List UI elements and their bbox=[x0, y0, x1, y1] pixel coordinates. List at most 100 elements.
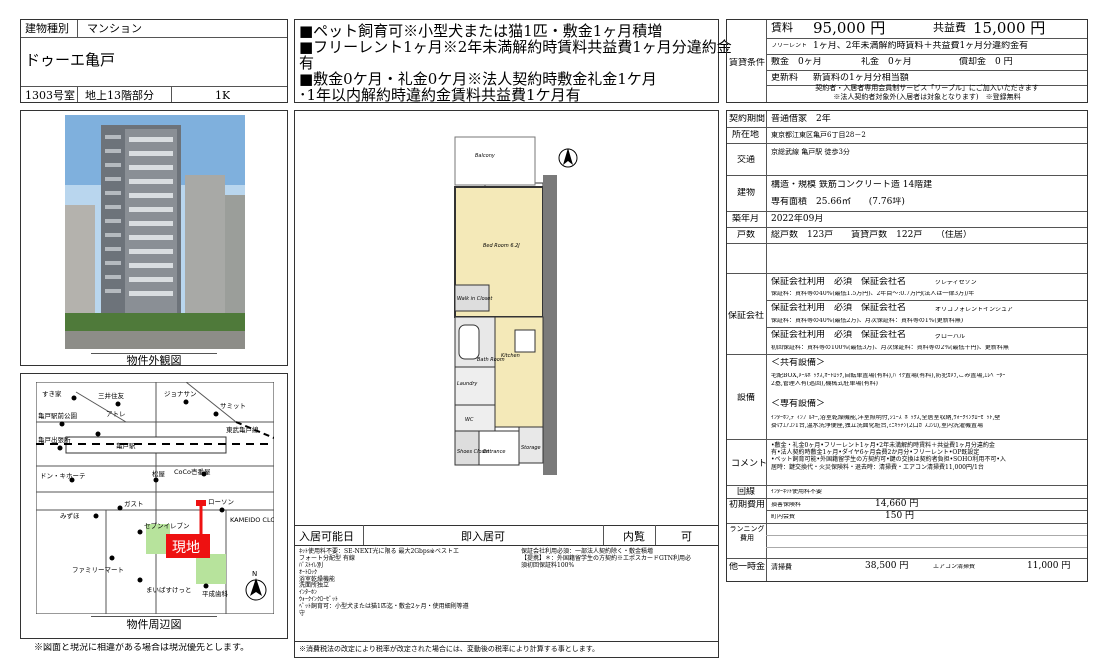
room-label: WC bbox=[465, 417, 474, 423]
north-arrow-icon bbox=[558, 148, 578, 168]
ins-label: 損害保険料 bbox=[771, 502, 802, 508]
view-label: 内覧 bbox=[623, 531, 645, 543]
private-equip-text: ｲﾝﾀｰﾎﾝ,ﾃﾞｨﾝﾌﾟﾙｷｰ,浴室乾燥機能,洋室照明付,ｼｭｰｽﾞﾎﾞｯｸｽ… bbox=[771, 415, 1001, 421]
map-label: すき家 bbox=[42, 389, 62, 398]
built-label: 築年月 bbox=[732, 214, 760, 224]
common-equip-text: 2基,管理人有(巡回),機械式駐車場(有料) bbox=[771, 381, 878, 387]
line-value: ｲﾝﾀｰﾈｯﾄ使用料不要 bbox=[771, 489, 823, 495]
address-value: 東京都江東区亀戸6丁目28－2 bbox=[771, 131, 866, 139]
renewal-label: 更新料 bbox=[771, 73, 799, 83]
room-label: Bed Room 6.2J bbox=[483, 243, 520, 249]
rent-label: 賃料 bbox=[771, 22, 793, 34]
building-photo bbox=[65, 115, 245, 349]
headline-line: ･1年以内解約時違約金賃料共益費1ケ月有 bbox=[299, 87, 581, 104]
room-label: Laundry bbox=[457, 381, 478, 387]
address-label: 所在地 bbox=[732, 130, 760, 140]
type-value: マンション bbox=[87, 23, 142, 35]
map-label: 三井住友 bbox=[98, 391, 125, 400]
floor-plan-box: Balcony Bed Room 6.2J Walk in Closet Kit… bbox=[294, 110, 719, 658]
onetime-label: 他一時金 bbox=[729, 562, 766, 572]
private-equip-text: 掛けｴｱｺﾝ1台,温水洗浄便座,独立洗面化粧台,ﾐﾆｷｯﾁﾝ(2口ｶﾞｽｺﾝﾛ)… bbox=[771, 423, 983, 429]
contract-value: 普通借家 2年 bbox=[771, 114, 831, 124]
map-caption: 物件周辺図 bbox=[126, 619, 182, 631]
map-label: ローソン bbox=[208, 498, 234, 506]
map-label: KAMEIDO CLOCK bbox=[230, 516, 274, 524]
g3-note: 初回保証料：賃料等の100%(最低3万)、月次保証料：賃料等の2%(最低千円)、… bbox=[771, 345, 1009, 351]
running-label: ランニング 費用 bbox=[729, 525, 765, 543]
g2-head: 保証会社利用 必須 保証会社名 bbox=[771, 303, 907, 313]
map-box: すき家 三井住友 ジョナサン サミット アトレ 亀戸駅前公園 東武亀戸線 亀戸出… bbox=[20, 373, 288, 639]
map-label: 松屋 bbox=[152, 469, 166, 478]
ac-label: エアコン清掃費 bbox=[933, 564, 976, 570]
map-label: アトレ bbox=[106, 410, 126, 418]
g1-name: クレディセゾン bbox=[935, 280, 977, 286]
right-notes: 保証会社利用必須：一部法人契約除く・敷金積増 【提携】＊：外国籍留学生の方契約※… bbox=[521, 548, 692, 569]
comment-label: コメント bbox=[731, 459, 768, 469]
g2-note: 保証料：賃料等の40%(最低2万)、月次保証料：賃料等の1%(更新料無) bbox=[771, 318, 964, 324]
map-label: ジョナサン bbox=[164, 390, 197, 398]
map-label: 平成歯科 bbox=[202, 589, 229, 598]
move-in-label: 入居可能日 bbox=[299, 531, 354, 543]
deposit: 敷金 0ヶ月 bbox=[771, 57, 822, 67]
photo-box: 物件外観図 bbox=[20, 110, 288, 367]
traffic-label: 交通 bbox=[737, 155, 756, 165]
units-value: 総戸数 123戸 賃貸戸数 122戸 （住居） bbox=[771, 230, 972, 240]
map-label: みずほ bbox=[60, 511, 80, 520]
view-value: 可 bbox=[681, 531, 692, 543]
ac-value: 11,000 円 bbox=[1027, 561, 1071, 571]
map-label: ガスト bbox=[124, 499, 144, 508]
here-label: 現地 bbox=[172, 540, 200, 556]
move-in-value: 即入居可 bbox=[461, 531, 505, 543]
common-equip-head: ＜共有設備＞ bbox=[771, 358, 826, 368]
tax-note: ※消費税法の改定により税率が改定された場合には、変動後の税率により計算する事とし… bbox=[299, 645, 600, 653]
layout: 1K bbox=[215, 90, 231, 102]
units-label: 戸数 bbox=[737, 230, 756, 240]
g3-head: 保証会社利用 必須 保証会社名 bbox=[771, 330, 907, 340]
map-label: ドン・キホーテ bbox=[40, 472, 86, 480]
map-label: 亀戸駅 bbox=[116, 441, 136, 450]
freerent-value: 1ヶ月、2年未満解約時賃料＋共益費1ヶ月分違約金有 bbox=[813, 41, 1029, 51]
area: 専有面積 25.66㎡ (7.76坪) bbox=[771, 197, 905, 207]
town-label: 町内会費 bbox=[771, 514, 796, 520]
floor: 地上13階部分 bbox=[85, 90, 154, 102]
common-value: 15,000 円 bbox=[973, 20, 1046, 37]
g1-head: 保証会社利用 必須 保証会社名 bbox=[771, 277, 907, 287]
map-label: CoCo壱番屋 bbox=[174, 467, 211, 476]
common-label: 共益費 bbox=[933, 22, 966, 34]
g2-name: オリコフォレントインシュア bbox=[935, 307, 1013, 313]
common-equip-text: 宅配BOX,ﾒｰﾙﾎﾞｯｸｽ,ｵｰﾄﾛｯｸ,自転車置場(有料),ﾊﾞｲｸ置場(有… bbox=[771, 373, 1006, 379]
map-label: 亀戸駅前公園 bbox=[38, 411, 77, 420]
headline-line: ■フリーレント1ヶ月※2年未満解約時賃料共益費1ヶ月分違約金 bbox=[299, 39, 732, 56]
rent-section-label: 賃貸条件 bbox=[729, 58, 766, 68]
photo-caption: 物件外観図 bbox=[126, 355, 182, 367]
building-label: 建物 bbox=[737, 188, 756, 198]
type-label: 建物種別 bbox=[25, 23, 69, 35]
room-label: Walk in Closet bbox=[457, 296, 493, 302]
map-label: サミット bbox=[220, 402, 246, 410]
amortize: 償却金 0 円 bbox=[959, 57, 1013, 67]
comment-text: •敷金・礼金0ヶ月•フリーレント1ヶ月•2年未満解約時賃料＋共益費1ヶ月分違約金… bbox=[771, 442, 1006, 471]
freerent-label: フリーレント bbox=[771, 43, 808, 49]
rent-note-2: ※法人契約者対象外(入居者は対象となります) ※登録無料 bbox=[833, 93, 1021, 101]
map-label: 亀戸出張所 bbox=[38, 435, 71, 444]
headline-line: ■ペット飼育可※小型犬または猫1匹・敷金1ヶ月積増 bbox=[299, 23, 663, 40]
equip-label: 設備 bbox=[737, 393, 756, 403]
details-box: 契約期間 普通借家 2年 所在地 東京都江東区亀戸6丁目28－2 交通 京総武線… bbox=[726, 110, 1088, 582]
rent-box: 賃貸条件 賃料 95,000 円 共益費 15,000 円 フリーレント 1ヶ月… bbox=[726, 19, 1088, 103]
headline-box: ■ペット飼育可※小型犬または猫1匹・敷金1ヶ月積増 ■フリーレント1ヶ月※2年未… bbox=[294, 19, 732, 104]
contract-label: 契約期間 bbox=[729, 114, 766, 124]
room-label: Balcony bbox=[475, 153, 496, 159]
g1-note: 保証料：賃料等の40%(最低1.5万円)、2年目～:0.7万円(法人は一律3万)… bbox=[771, 291, 975, 297]
guarantee-label: 保証会社 bbox=[728, 311, 765, 321]
map-label: 東武亀戸線 bbox=[226, 425, 259, 434]
private-equip-head: ＜専有設備＞ bbox=[771, 399, 826, 409]
left-notes: ﾈｯﾄ使用料不要：SE-NEXT光に限る 最大2Gbps※ベストエ フォート分配… bbox=[299, 548, 469, 618]
building-name: ドゥーエ亀戸 bbox=[25, 52, 116, 69]
header-box: 建物種別 マンション ドゥーエ亀戸 1303号室 地上13階部分 1K bbox=[20, 19, 288, 103]
room-label: Storage bbox=[521, 445, 541, 451]
map-label: まいばすけっと bbox=[146, 585, 192, 594]
svg-text:N: N bbox=[252, 570, 257, 578]
floor-plan: Balcony Bed Room 6.2J Walk in Closet Kit… bbox=[454, 136, 557, 475]
rent-note-1: 契約者・入居者専用会員制サービス「リーブル」にご加入いただきます bbox=[815, 84, 1039, 92]
renewal-value: 新賃料の1ヶ月分相当額 bbox=[813, 73, 909, 83]
